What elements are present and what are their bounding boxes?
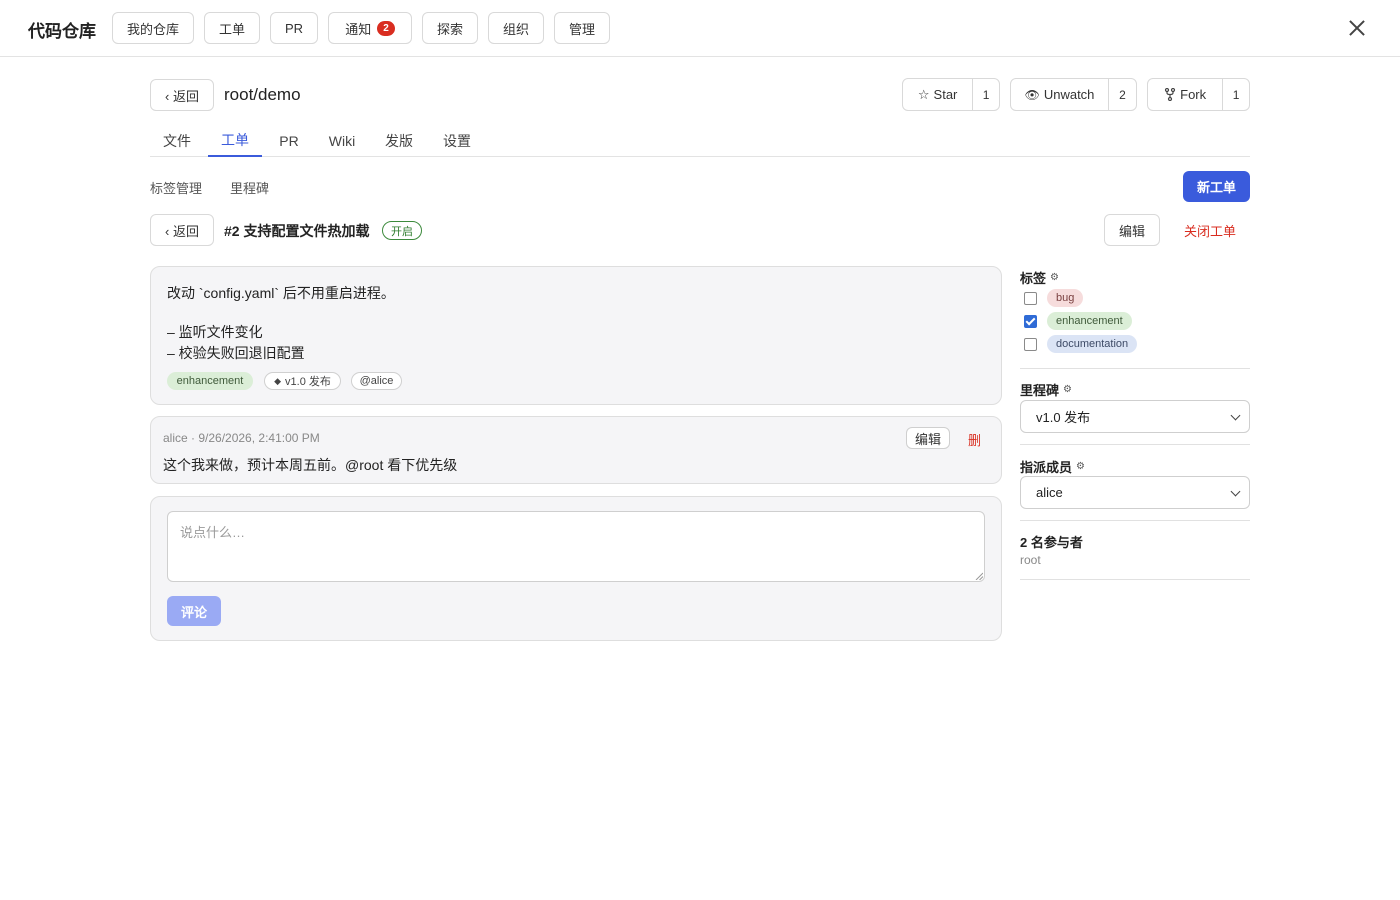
label-checkbox[interactable] xyxy=(1024,291,1037,305)
nav-my-repos-button[interactable]: 我的仓库 xyxy=(112,12,194,44)
star-count: 1 xyxy=(982,87,990,102)
sidebar-divider xyxy=(1020,579,1250,580)
fork-icon xyxy=(1165,88,1176,101)
eye-icon: 👁 xyxy=(1024,87,1040,102)
participants-list: root xyxy=(1020,553,1041,567)
issue-status-badge: 开启 xyxy=(382,221,422,240)
tab-issues[interactable]: 工单 xyxy=(208,125,262,157)
comment-input[interactable] xyxy=(167,511,985,582)
label-pill: bug xyxy=(1047,289,1084,307)
issue-milestone-chip[interactable]: ◆ v1.0 发布 xyxy=(264,372,341,390)
fork-label: Fork xyxy=(1180,87,1207,102)
nav-label: 工单 xyxy=(218,21,245,37)
label-pill: enhancement xyxy=(1047,312,1132,330)
labels-heading-text: 标签 xyxy=(1020,271,1047,286)
milestone-heading: 里程碑 ⚙ xyxy=(1020,380,1072,399)
milestone-select-value: v1.0 发布 xyxy=(1036,410,1091,425)
sidebar-divider xyxy=(1020,368,1250,369)
new-issue-button[interactable]: 新工单 xyxy=(1183,171,1250,202)
nav-label: PR xyxy=(284,20,304,36)
chevron-down-icon xyxy=(1230,410,1241,421)
assignee-heading-text: 指派成员 xyxy=(1020,460,1073,475)
assignee-select[interactable]: alice xyxy=(1020,476,1250,509)
label-option-documentation[interactable]: documentation xyxy=(1024,335,1138,353)
tab-wiki[interactable]: Wiki xyxy=(316,125,368,157)
issue-back-button[interactable]: ‹ 返回 xyxy=(150,214,214,246)
gear-icon[interactable]: ⚙ xyxy=(1063,384,1072,395)
tab-pr[interactable]: PR xyxy=(266,125,312,157)
tab-releases[interactable]: 发版 xyxy=(372,125,426,157)
delete-comment-button[interactable]: 删 xyxy=(968,430,981,449)
sidebar-divider xyxy=(1020,444,1250,445)
star-label: Star xyxy=(933,87,958,102)
star-icon: ☆ xyxy=(917,86,930,102)
app-brand: 代码仓库 xyxy=(28,22,96,41)
label-option-enhancement[interactable]: enhancement xyxy=(1024,312,1132,330)
issue-title: #2 支持配置文件热加载 xyxy=(224,223,370,239)
chevron-down-icon xyxy=(1230,486,1241,497)
issue-body-line: – 监听文件变化 xyxy=(167,324,263,340)
unwatch-label: Unwatch xyxy=(1043,87,1095,102)
labels-manage-link[interactable]: 标签管理 xyxy=(150,178,202,197)
label-pill: documentation xyxy=(1047,335,1138,353)
edit-comment-button[interactable]: 编辑 xyxy=(906,427,950,449)
nav-pr-button[interactable]: PR xyxy=(270,12,318,44)
submit-comment-button[interactable]: 评论 xyxy=(167,596,221,626)
watch-button-group: 👁 Unwatch 2 xyxy=(1010,78,1137,111)
nav-label: 组织 xyxy=(502,21,529,37)
issue-assignee-chip[interactable]: @alice xyxy=(351,372,402,390)
edit-issue-button[interactable]: 编辑 xyxy=(1104,214,1160,246)
nav-notifications-button[interactable]: 通知 2 xyxy=(328,12,412,44)
watch-count: 2 xyxy=(1119,87,1126,102)
repo-tabs: 文件 工单 PR Wiki 发版 设置 xyxy=(150,125,1250,157)
label-option-bug[interactable]: bug xyxy=(1024,289,1084,307)
nav-label: 管理 xyxy=(568,21,595,37)
assignee-select-value: alice xyxy=(1036,485,1063,500)
milestone-select[interactable]: v1.0 发布 xyxy=(1020,400,1250,433)
close-issue-button[interactable]: 关闭工单 xyxy=(1184,221,1236,240)
gear-icon[interactable]: ⚙ xyxy=(1076,461,1085,472)
repo-back-button[interactable]: ‹ 返回 xyxy=(150,79,214,111)
fork-button-group: Fork 1 xyxy=(1147,78,1250,111)
resize-handle-icon[interactable] xyxy=(975,572,983,580)
nav-label: 探索 xyxy=(436,21,463,37)
star-button-group: ☆ Star 1 xyxy=(902,78,1000,111)
star-button[interactable]: ☆ Star xyxy=(903,79,974,110)
milestone-icon: ◆ xyxy=(274,375,282,386)
nav-admin-button[interactable]: 管理 xyxy=(554,12,610,44)
issue-label-chip[interactable]: enhancement xyxy=(167,372,253,390)
top-navbar: 代码仓库 我的仓库 工单 PR 通知 2 探索 组织 管理 xyxy=(0,0,1400,57)
label-checkbox[interactable] xyxy=(1024,337,1037,351)
participants-heading: 2 名参与者 xyxy=(1020,535,1083,550)
fork-count: 1 xyxy=(1232,87,1240,102)
tab-files[interactable]: 文件 xyxy=(150,125,204,157)
issue-body-line: – 校验失败回退旧配置 xyxy=(167,345,305,361)
assignee-heading: 指派成员 ⚙ xyxy=(1020,457,1085,476)
label-checkbox[interactable] xyxy=(1024,314,1037,328)
issue-body-line: 改动 `config.yaml` 后不用重启进程。 xyxy=(167,285,395,301)
comment-meta: alice · 9/26/2026, 2:41:00 PM xyxy=(163,431,320,445)
nav-org-button[interactable]: 组织 xyxy=(488,12,544,44)
tab-settings[interactable]: 设置 xyxy=(430,125,484,157)
comment-text: 这个我来做，预计本周五前。@root 看下优先级 xyxy=(163,457,458,473)
repo-name: root/demo xyxy=(224,85,301,104)
sidebar-divider xyxy=(1020,520,1250,521)
nav-explore-button[interactable]: 探索 xyxy=(422,12,478,44)
fork-button[interactable]: Fork xyxy=(1148,79,1224,110)
notification-count-badge: 2 xyxy=(377,20,395,36)
milestone-chip-label: v1.0 发布 xyxy=(285,376,331,388)
unwatch-button[interactable]: 👁 Unwatch xyxy=(1011,79,1109,110)
close-icon[interactable] xyxy=(1345,16,1369,40)
nav-label: 我的仓库 xyxy=(126,21,179,37)
labels-heading: 标签 ⚙ xyxy=(1020,268,1059,287)
nav-label: 通知 xyxy=(345,21,372,37)
milestone-heading-text: 里程碑 xyxy=(1020,383,1060,398)
gear-icon[interactable]: ⚙ xyxy=(1050,272,1059,283)
nav-issues-button[interactable]: 工单 xyxy=(204,12,260,44)
milestones-link[interactable]: 里程碑 xyxy=(230,178,269,197)
